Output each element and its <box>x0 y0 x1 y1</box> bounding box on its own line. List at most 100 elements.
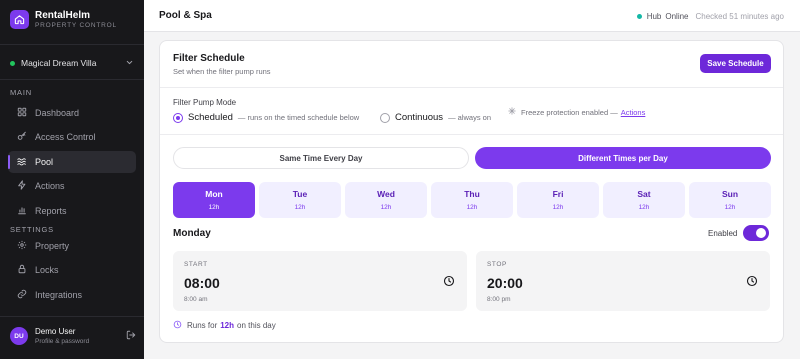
clock-icon <box>173 320 182 331</box>
day-hours: 12h <box>638 204 650 211</box>
day-hours: 12h <box>380 204 392 211</box>
sidebar-divider <box>0 44 144 45</box>
start-time-value: 08:00 <box>184 275 220 291</box>
enabled-control: Enabled <box>708 225 770 241</box>
mode-hint: — always on <box>448 113 491 122</box>
day-name: Sun <box>721 189 739 199</box>
card-divider <box>160 87 783 88</box>
day-tab-tue[interactable]: Tue 12h <box>259 182 341 218</box>
sidebar-item-label: Reports <box>35 206 67 216</box>
grid-icon <box>17 107 27 119</box>
avatar: DU <box>10 327 28 345</box>
runs-hours: 12h <box>220 321 235 330</box>
hub-status: Hub Online Checked 51 minutes ago <box>636 12 785 21</box>
sidebar-item-label: Integrations <box>35 290 83 300</box>
sidebar-item-label: Actions <box>35 181 65 191</box>
day-name: Thu <box>464 189 480 199</box>
freeze-protection-note: Freeze protection enabled — Actions <box>508 107 645 117</box>
mode-label: Scheduled <box>188 112 233 123</box>
last-checked: Checked 51 minutes ago <box>695 12 785 21</box>
mode-continuous-radio[interactable]: Continuous — always on <box>380 112 491 123</box>
brand[interactable]: RentalHelm PROPERTY CONTROL <box>10 10 117 29</box>
mode-hint: — runs on the timed schedule below <box>237 113 360 122</box>
sidebar-item-access-control[interactable]: Access Control <box>8 126 136 148</box>
waves-icon <box>17 156 27 168</box>
enabled-toggle[interactable] <box>743 225 770 241</box>
chevron-down-icon <box>125 58 134 69</box>
page-title: Pool & Spa <box>159 10 212 21</box>
key-icon <box>17 131 27 143</box>
gear-icon <box>17 240 27 252</box>
mode-scheduled-radio[interactable]: Scheduled — runs on the timed schedule b… <box>173 112 359 123</box>
selected-day-title: Monday <box>173 228 211 239</box>
sidebar-item-pool[interactable]: Pool <box>8 151 136 173</box>
runs-prefix: Runs for <box>187 321 218 330</box>
day-tab-sat[interactable]: Sat 12h <box>603 182 685 218</box>
sidebar-item-label: Locks <box>35 265 59 275</box>
day-hours: 12h <box>294 204 306 211</box>
property-status-dot <box>10 60 15 66</box>
clock-icon[interactable] <box>443 275 455 289</box>
day-hours: 12h <box>466 204 478 211</box>
online-dot <box>636 14 642 19</box>
day-name: Fri <box>552 189 564 199</box>
start-time-card[interactable]: START 08:00 8:00 am <box>173 251 467 311</box>
day-name: Wed <box>377 189 395 199</box>
day-tab-wed[interactable]: Wed 12h <box>345 182 427 218</box>
stop-time-sub: 8:00 pm <box>487 296 511 303</box>
card-subtitle: Set when the filter pump runs <box>173 67 271 76</box>
enabled-label: Enabled <box>708 228 738 238</box>
day-tab-fri[interactable]: Fri 12h <box>517 182 599 218</box>
stop-time-card[interactable]: STOP 20:00 8:00 pm <box>476 251 770 311</box>
link-icon <box>17 289 27 301</box>
logout-icon[interactable] <box>126 330 136 342</box>
day-name: Sat <box>637 189 651 199</box>
user-name: Demo User <box>35 327 76 336</box>
start-label: START <box>184 261 208 268</box>
runs-suffix: on this day <box>237 321 276 330</box>
stop-label: STOP <box>487 261 507 268</box>
different-times-option[interactable]: Different Times per Day <box>475 147 771 169</box>
lightning-icon <box>17 180 27 192</box>
card-title: Filter Schedule <box>173 53 245 64</box>
sidebar-item-dashboard[interactable]: Dashboard <box>8 102 136 124</box>
day-selector: Mon 12h Tue 12h Wed 12h Thu 12h Fri 12h … <box>173 182 771 218</box>
sidebar-item-label: Dashboard <box>35 108 80 118</box>
filter-schedule-card: Filter Schedule Set when the filter pump… <box>159 40 784 343</box>
day-name: Mon <box>205 189 223 199</box>
day-tab-mon[interactable]: Mon 12h <box>173 182 255 218</box>
sidebar-item-label: Access Control <box>35 132 96 142</box>
property-selector[interactable]: Magical Dream Villa <box>10 55 134 71</box>
save-schedule-button[interactable]: Save Schedule <box>700 54 771 73</box>
top-bar: Pool & Spa Hub Online Checked 51 minutes… <box>144 0 800 32</box>
sidebar-item-integrations[interactable]: Integrations <box>8 284 136 306</box>
same-time-option[interactable]: Same Time Every Day <box>173 147 469 169</box>
mode-label: Continuous <box>395 112 444 123</box>
sidebar-item-label: Pool <box>35 157 54 167</box>
sidebar-item-locks[interactable]: Locks <box>8 259 136 281</box>
sidebar-item-reports[interactable]: Reports <box>8 200 136 222</box>
user-profile[interactable]: DU Demo User Profile & password <box>10 325 136 347</box>
schedule-type-toggle: Same Time Every Day Different Times per … <box>173 147 771 169</box>
brand-name: RentalHelm <box>35 10 91 21</box>
day-hours: 12h <box>552 204 564 211</box>
sidebar-item-label: Property <box>35 241 70 251</box>
user-subtitle: Profile & password <box>35 338 90 345</box>
sidebar-item-property[interactable]: Property <box>8 235 136 257</box>
hub-label: Hub <box>646 12 662 21</box>
sidebar-item-actions[interactable]: Actions <box>8 175 136 197</box>
snowflake-icon <box>508 107 516 117</box>
start-time-sub: 8:00 am <box>184 296 208 303</box>
home-icon <box>10 10 29 29</box>
hub-status-text: Online <box>665 12 689 21</box>
clock-icon[interactable] <box>746 275 758 289</box>
actions-link[interactable]: Actions <box>621 108 646 117</box>
sidebar: RentalHelm PROPERTY CONTROL Magical Drea… <box>0 0 144 359</box>
section-label-settings: SETTINGS <box>10 225 54 234</box>
day-tab-sun[interactable]: Sun 12h <box>689 182 771 218</box>
day-name: Tue <box>292 189 308 199</box>
card-divider <box>160 134 783 135</box>
day-tab-thu[interactable]: Thu 12h <box>431 182 513 218</box>
freeze-text: Freeze protection enabled — <box>521 107 618 117</box>
sidebar-divider <box>0 79 144 80</box>
